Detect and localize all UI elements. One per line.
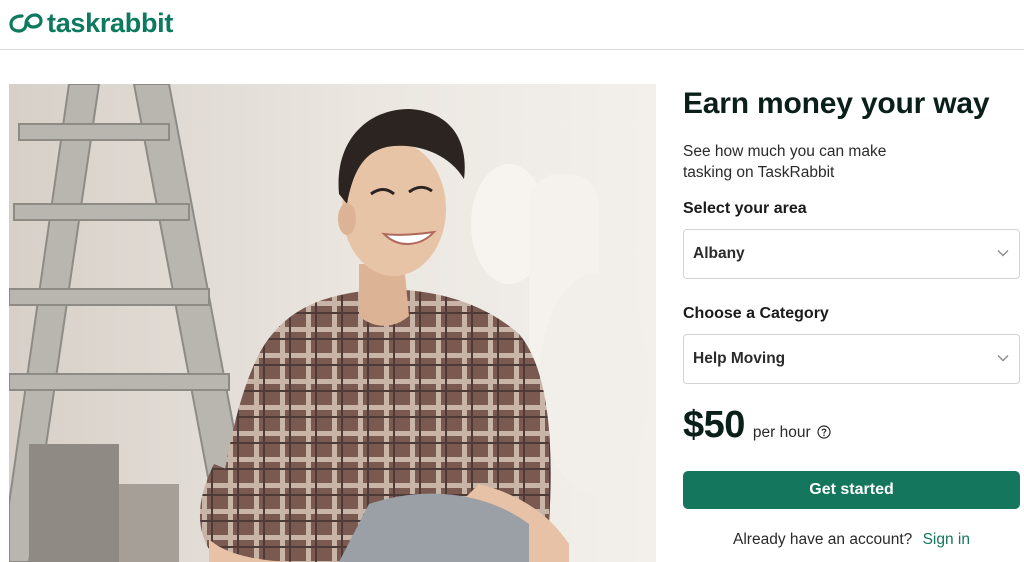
site-header: taskrabbit	[0, 0, 1024, 50]
category-select[interactable]: Help Moving	[683, 334, 1020, 384]
get-started-button[interactable]: Get started	[683, 471, 1020, 509]
chevron-down-icon	[997, 355, 1009, 362]
taskrabbit-logo[interactable]: taskrabbit	[9, 9, 173, 37]
help-circle-icon[interactable]	[817, 425, 831, 439]
sign-in-link[interactable]: Sign in	[923, 531, 970, 548]
price-value: $50	[683, 404, 745, 446]
hourly-rate: $50 per hour	[683, 404, 831, 447]
category-select-value: Help Moving	[693, 350, 786, 367]
page-subtitle: See how much you can make tasking on Tas…	[683, 143, 887, 181]
category-label: Choose a Category	[683, 305, 829, 322]
rabbit-logo-icon	[9, 13, 43, 33]
chevron-down-icon	[997, 250, 1009, 257]
area-select[interactable]: Albany	[683, 229, 1020, 279]
account-prompt-text: Already have an account?	[733, 531, 913, 548]
hero-photo	[9, 84, 656, 562]
price-unit: per hour	[752, 424, 811, 441]
signin-prompt: Already have an account? Sign in	[683, 531, 1020, 549]
smiling-tasker-photo	[9, 84, 656, 562]
area-select-value: Albany	[693, 245, 745, 262]
area-label: Select your area	[683, 200, 807, 217]
page-title: Earn money your way	[683, 87, 990, 120]
brand-name: taskrabbit	[47, 8, 174, 38]
